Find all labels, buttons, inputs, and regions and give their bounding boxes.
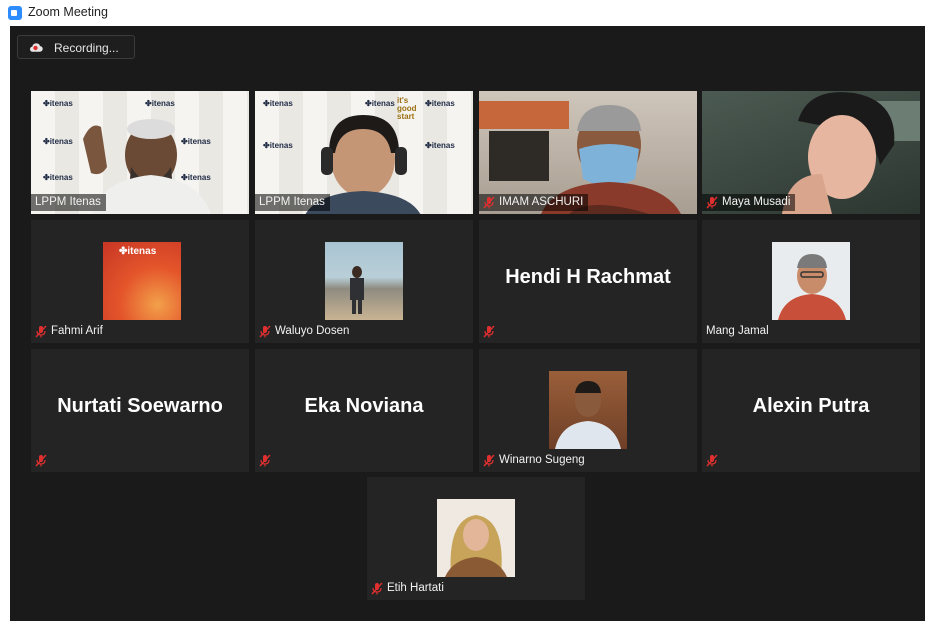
- participant-name: Waluyo Dosen: [275, 325, 350, 337]
- participant-tile-maya-musadi[interactable]: Maya Musadi: [702, 91, 920, 214]
- microphone-muted-icon: [483, 196, 495, 209]
- profile-picture: [549, 371, 627, 449]
- profile-logo-text: ✤itenas: [119, 246, 157, 257]
- participant-tile-imam-aschuri[interactable]: IMAM ASCHURI: [479, 91, 697, 214]
- participant-name-tag: Fahmi Arif: [31, 323, 108, 340]
- participant-name-tag: IMAM ASCHURI: [479, 194, 589, 211]
- participant-tile-lppm-itenas-1[interactable]: ✤itenas ✤itenas ✤itenas ✤itenas ✤itenas …: [31, 91, 249, 214]
- profile-picture: ✤itenas: [103, 242, 181, 320]
- participant-name-tag: [31, 452, 56, 469]
- zoom-app-icon: [8, 6, 22, 20]
- microphone-muted-icon: [371, 582, 383, 595]
- participant-tile-mang-jamal[interactable]: Mang Jamal: [702, 220, 920, 343]
- profile-figure: [350, 266, 364, 314]
- backdrop-logo: ✤itenas: [425, 99, 455, 108]
- participant-name-tag: Waluyo Dosen: [255, 323, 354, 340]
- participant-display-name: Nurtati Soewarno: [57, 395, 223, 417]
- microphone-muted-icon: [259, 454, 271, 467]
- participant-name-tag: [479, 323, 504, 340]
- participant-tile-nurtati-soewarno[interactable]: Nurtati Soewarno: [31, 349, 249, 472]
- recording-label: Recording...: [54, 41, 119, 55]
- participant-name-tag: Winarno Sugeng: [479, 452, 590, 469]
- participant-tile-waluyo-dosen[interactable]: Waluyo Dosen: [255, 220, 473, 343]
- cloud-record-icon: [30, 43, 43, 52]
- participant-name-tag: Maya Musadi: [702, 194, 796, 211]
- participant-name-tag: LPPM Itenas: [255, 194, 330, 211]
- microphone-muted-icon: [259, 325, 271, 338]
- participant-tile-lppm-itenas-2[interactable]: ✤itenas ✤itenas ✤itenas ✤itenas ✤itenas …: [255, 91, 473, 214]
- microphone-muted-icon: [706, 196, 718, 209]
- backdrop-logo: ✤itenas: [263, 99, 293, 108]
- participant-name-tag: Mang Jamal: [702, 323, 774, 340]
- profile-figure: [555, 381, 621, 449]
- participant-tile-fahmi-arif[interactable]: ✤itenas Fahmi Arif: [31, 220, 249, 343]
- participant-tile-alexin-putra[interactable]: Alexin Putra: [702, 349, 920, 472]
- participant-name: Maya Musadi: [722, 196, 791, 208]
- participant-name: LPPM Itenas: [35, 196, 101, 208]
- title-bar: Zoom Meeting: [0, 0, 925, 26]
- participant-tile-eka-noviana[interactable]: Eka Noviana: [255, 349, 473, 472]
- participant-tile-winarno-sugeng[interactable]: Winarno Sugeng: [479, 349, 697, 472]
- profile-picture: [772, 242, 850, 320]
- recording-indicator[interactable]: Recording...: [17, 35, 135, 59]
- window-title: Zoom Meeting: [28, 5, 108, 19]
- participant-name: IMAM ASCHURI: [499, 196, 584, 208]
- microphone-muted-icon: [706, 454, 718, 467]
- microphone-muted-icon: [483, 454, 495, 467]
- participant-name-tag: [255, 452, 280, 469]
- participant-name-tag: [702, 452, 727, 469]
- profile-picture: [437, 499, 515, 577]
- backdrop-logo: ✤itenas: [43, 173, 73, 182]
- participant-tile-etih-hartati[interactable]: Etih Hartati: [367, 477, 585, 600]
- participant-display-name: Hendi H Rachmat: [505, 266, 671, 288]
- participant-name: Winarno Sugeng: [499, 454, 585, 466]
- profile-figure: [445, 515, 507, 577]
- participant-name-tag: LPPM Itenas: [31, 194, 106, 211]
- participant-name: Mang Jamal: [706, 325, 769, 337]
- backdrop-logo: ✤itenas: [43, 99, 73, 108]
- backdrop-logo: ✤itenas: [43, 137, 73, 146]
- microphone-muted-icon: [35, 454, 47, 467]
- backdrop-logo: ✤itenas: [365, 99, 395, 108]
- participant-name: Etih Hartati: [387, 582, 444, 594]
- participant-tile-hendi-h-rachmat[interactable]: Hendi H Rachmat: [479, 220, 697, 343]
- participant-name: LPPM Itenas: [259, 196, 325, 208]
- microphone-muted-icon: [35, 325, 47, 338]
- profile-picture: [325, 242, 403, 320]
- profile-figure: [778, 254, 846, 320]
- microphone-muted-icon: [483, 325, 495, 338]
- participant-name: Fahmi Arif: [51, 325, 103, 337]
- participant-display-name: Eka Noviana: [304, 395, 424, 417]
- participant-display-name: Alexin Putra: [752, 395, 870, 417]
- participant-name-tag: Etih Hartati: [367, 580, 449, 597]
